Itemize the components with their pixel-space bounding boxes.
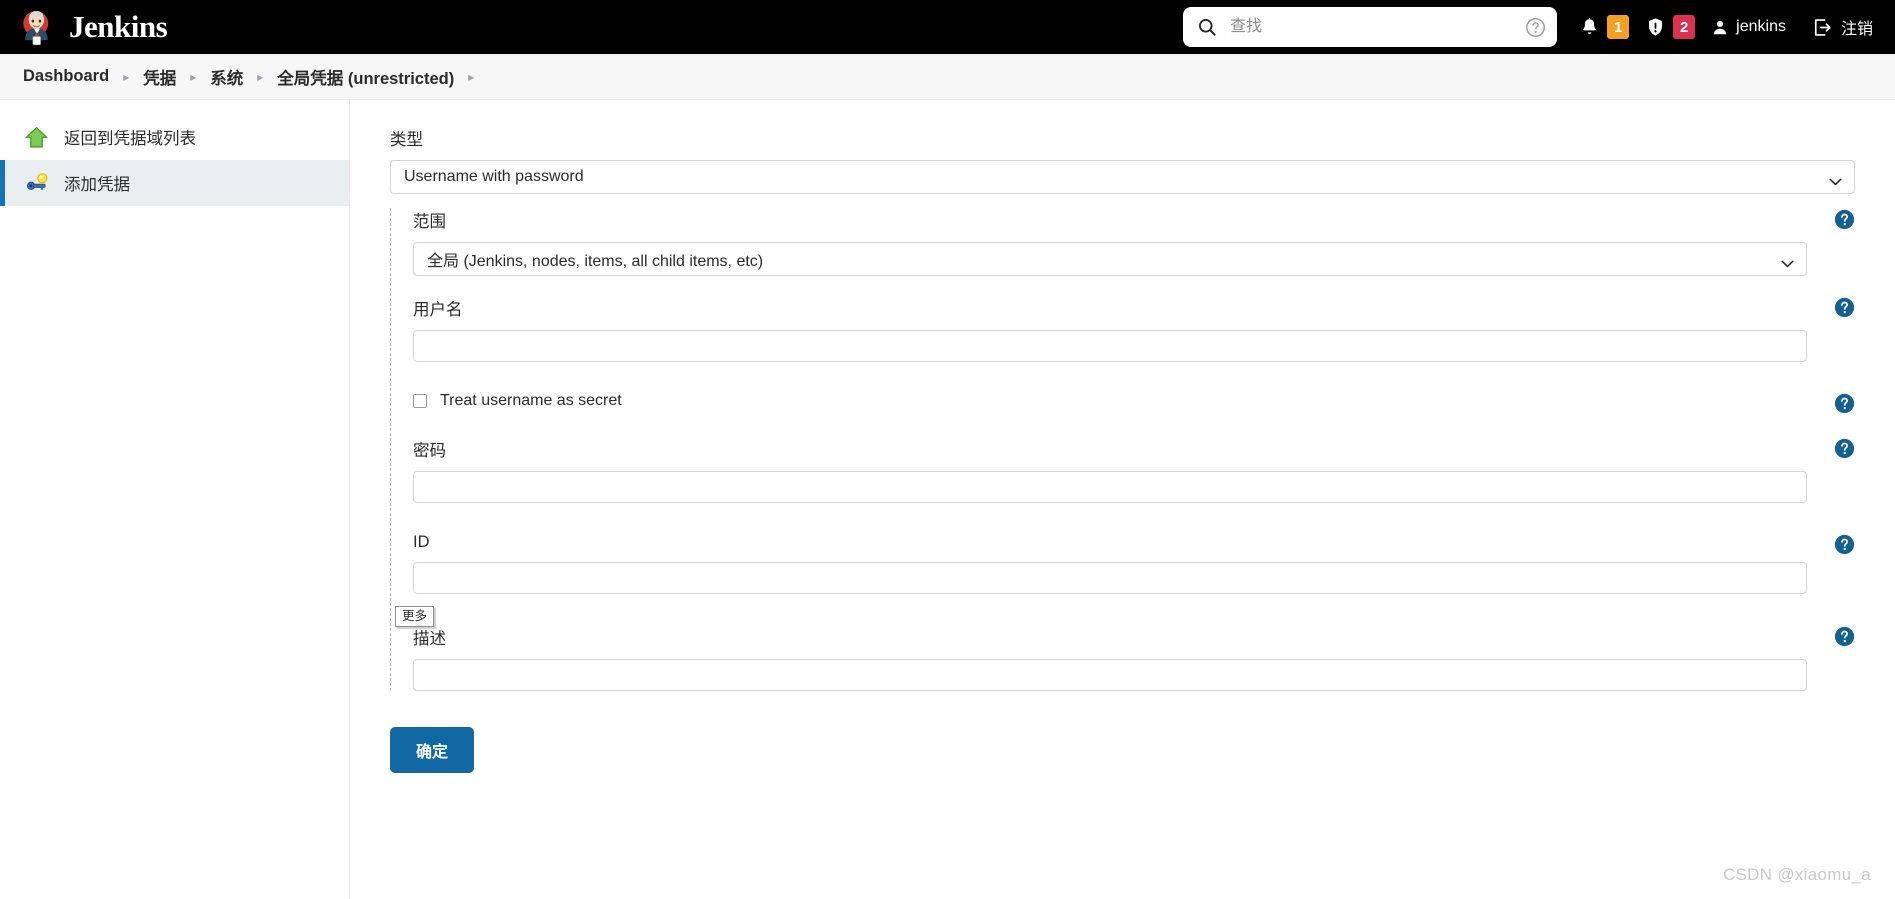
search-help-circle-icon[interactable] xyxy=(1525,17,1546,38)
bell-icon[interactable] xyxy=(1579,16,1600,38)
breadcrumb-item-global-credentials[interactable]: 全局凭据 (unrestricted) xyxy=(272,65,459,89)
treat-username-as-secret-help-circle-icon[interactable] xyxy=(1834,393,1855,414)
user-menu[interactable]: jenkins xyxy=(1711,18,1786,37)
treat-username-as-secret-checkbox-row[interactable]: Treat username as secret xyxy=(413,390,1807,411)
scope-select[interactable]: 全局 (Jenkins, nodes, items, all child ite… xyxy=(413,242,1807,276)
breadcrumb-separator-icon: ▸ xyxy=(190,69,197,84)
key-icon xyxy=(24,171,49,196)
up-arrow-green-icon xyxy=(24,125,49,150)
breadcrumb-dropdown-chevron-icon[interactable]: ▸ xyxy=(459,71,483,83)
breadcrumb-separator-icon: ▸ xyxy=(257,69,264,84)
username-field-group: 用户名 xyxy=(413,296,1855,362)
form-actions: 确定 xyxy=(390,727,1855,773)
notification-count-badge[interactable]: 1 xyxy=(1607,15,1630,39)
treat-username-secret-group: Treat username as secret xyxy=(413,390,1855,414)
person-icon xyxy=(1711,18,1729,37)
id-help-circle-icon[interactable] xyxy=(1834,534,1855,555)
sidebar-item-label: 添加凭据 xyxy=(64,176,130,194)
jenkins-butler-logo-icon xyxy=(18,8,56,46)
top-header-bar: Jenkins 查找 1 2 jenkins 注销 xyxy=(0,0,1895,54)
search-input[interactable] xyxy=(1228,17,1526,37)
type-field-group: 类型 Username with password xyxy=(390,126,1855,194)
password-label: 密码 xyxy=(413,442,446,460)
sidebar: 返回到凭据域列表 添加凭据 xyxy=(0,100,350,899)
logout-label: 注销 xyxy=(1840,21,1873,38)
search-box[interactable] xyxy=(1183,7,1558,47)
sidebar-item-add-credentials[interactable]: 添加凭据 xyxy=(0,160,349,206)
brand-name: Jenkins xyxy=(69,9,168,44)
password-help-circle-icon[interactable] xyxy=(1834,438,1855,459)
credential-type-select[interactable]: Username with password xyxy=(390,160,1855,194)
scope-help-circle-icon[interactable] xyxy=(1834,209,1855,230)
search-icon xyxy=(1197,17,1217,37)
credential-detail-fields: 范围 全局 (Jenkins, nodes, items, all child … xyxy=(390,208,1855,691)
watermark: CSDN @xiaomu_a xyxy=(1722,865,1871,884)
credential-type-value: Username with password xyxy=(404,168,584,185)
chevron-down-icon xyxy=(1781,255,1794,268)
description-help-circle-icon[interactable] xyxy=(1834,626,1855,647)
breadcrumb-separator-icon: ▸ xyxy=(123,69,130,84)
description-label: 描述 xyxy=(413,630,446,648)
security-count-badge[interactable]: 2 xyxy=(1673,15,1696,39)
sidebar-item-label: 返回到凭据域列表 xyxy=(64,130,196,148)
header-right-cluster: 1 2 jenkins xyxy=(1183,7,1873,47)
breadcrumb-item-credentials[interactable]: 凭据 xyxy=(138,65,181,89)
treat-username-as-secret-label: Treat username as secret xyxy=(440,391,622,409)
description-input[interactable] xyxy=(413,659,1807,691)
logout-arrow-icon xyxy=(1812,17,1833,38)
scope-label: 范围 xyxy=(413,213,446,231)
breadcrumb-item-dashboard[interactable]: Dashboard xyxy=(18,67,114,86)
id-label: ID xyxy=(413,533,430,551)
username-input[interactable] xyxy=(413,330,1807,362)
more-tooltip[interactable]: 更多 xyxy=(395,606,435,628)
password-field-group: 密码 xyxy=(413,437,1855,503)
treat-username-as-secret-checkbox[interactable] xyxy=(413,393,427,408)
credentials-form: 类型 Username with password 范围 全局 (Jenkins… xyxy=(350,100,1895,899)
password-input[interactable] xyxy=(413,471,1807,503)
logout-button[interactable]: 注销 xyxy=(1812,15,1873,39)
username-label: 用户名 xyxy=(413,301,463,319)
type-label: 类型 xyxy=(390,131,423,149)
description-field-group: 更多 描述 xyxy=(395,606,1855,691)
page-body: 返回到凭据域列表 添加凭据 类型 Username with password … xyxy=(0,100,1895,899)
scope-field-group: 范围 全局 (Jenkins, nodes, items, all child … xyxy=(413,208,1855,276)
user-name-label: jenkins xyxy=(1736,18,1786,35)
submit-button[interactable]: 确定 xyxy=(390,727,475,773)
username-help-circle-icon[interactable] xyxy=(1834,297,1855,318)
notification-group: 1 2 xyxy=(1579,15,1696,39)
breadcrumb-item-system[interactable]: 系统 xyxy=(205,65,248,89)
id-input[interactable] xyxy=(413,562,1807,594)
sidebar-item-back-to-credential-domains[interactable]: 返回到凭据域列表 xyxy=(0,114,349,160)
id-field-group: ID xyxy=(413,533,1855,594)
jenkins-home-link[interactable]: Jenkins xyxy=(18,8,168,46)
breadcrumb: Dashboard ▸ 凭据 ▸ 系统 ▸ 全局凭据 (unrestricted… xyxy=(0,54,1895,100)
shield-exclamation-icon[interactable] xyxy=(1645,16,1666,38)
scope-value: 全局 (Jenkins, nodes, items, all child ite… xyxy=(427,253,764,270)
chevron-down-icon xyxy=(1829,173,1842,186)
